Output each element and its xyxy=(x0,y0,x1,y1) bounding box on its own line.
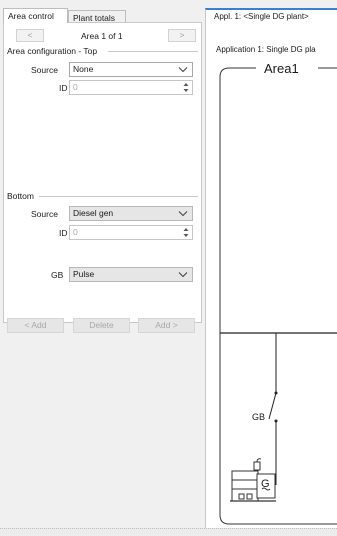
area-counter: Area 1 of 1 xyxy=(81,31,123,41)
breaker-label: GB xyxy=(252,412,266,422)
area-control-content: < Area 1 of 1 > Area configuration - Top… xyxy=(3,22,202,333)
spin-arrows-icon xyxy=(183,228,189,237)
chevron-down-icon xyxy=(178,67,188,73)
chevron-down-icon xyxy=(178,211,188,217)
bottom-source-label: Source xyxy=(31,209,58,219)
gb-label: GB xyxy=(51,270,64,280)
gb-select[interactable]: Pulse xyxy=(69,267,193,282)
bottom-source-value: Diesel gen xyxy=(73,208,114,218)
area-frame xyxy=(219,67,337,525)
prev-area-button[interactable]: < xyxy=(16,29,44,42)
delete-button[interactable]: Delete xyxy=(73,318,130,333)
add-after-button[interactable]: Add > xyxy=(138,318,195,333)
chevron-down-icon xyxy=(178,272,188,278)
gb-value: Pulse xyxy=(73,269,95,279)
tab-area-control[interactable]: Area control xyxy=(3,8,68,23)
top-section-divider xyxy=(108,51,198,52)
bottom-section-title: Bottom xyxy=(7,191,34,201)
spin-arrows-icon xyxy=(183,83,189,92)
bottom-id-label: ID xyxy=(59,228,68,238)
bottom-id-value: 0 xyxy=(73,227,78,237)
area-control-panel: Area control Plant totals < Area 1 of 1 … xyxy=(3,8,202,333)
diesel-generator-icon[interactable] xyxy=(230,458,278,504)
top-id-stepper[interactable]: 0 xyxy=(69,80,193,95)
add-before-button[interactable]: < Add xyxy=(7,318,64,333)
top-source-value: None xyxy=(73,64,94,74)
next-area-button[interactable]: > xyxy=(168,29,196,42)
bottom-section-divider xyxy=(39,196,198,197)
area-title: Area1 xyxy=(260,61,303,76)
top-section-title: Area configuration - Top xyxy=(7,46,98,56)
breaker-blade xyxy=(268,392,277,420)
tab-application-1[interactable]: Appl. 1: <Single DG plant> xyxy=(205,8,337,24)
bottom-source-select[interactable]: Diesel gen xyxy=(69,206,193,221)
top-id-label: ID xyxy=(59,83,68,93)
top-source-label: Source xyxy=(31,65,58,75)
generator-symbol: G xyxy=(261,478,270,490)
top-source-select[interactable]: None xyxy=(69,62,193,77)
area-diagram xyxy=(219,67,337,525)
bottom-id-stepper[interactable]: 0 xyxy=(69,225,193,240)
top-id-value: 0 xyxy=(73,82,78,92)
